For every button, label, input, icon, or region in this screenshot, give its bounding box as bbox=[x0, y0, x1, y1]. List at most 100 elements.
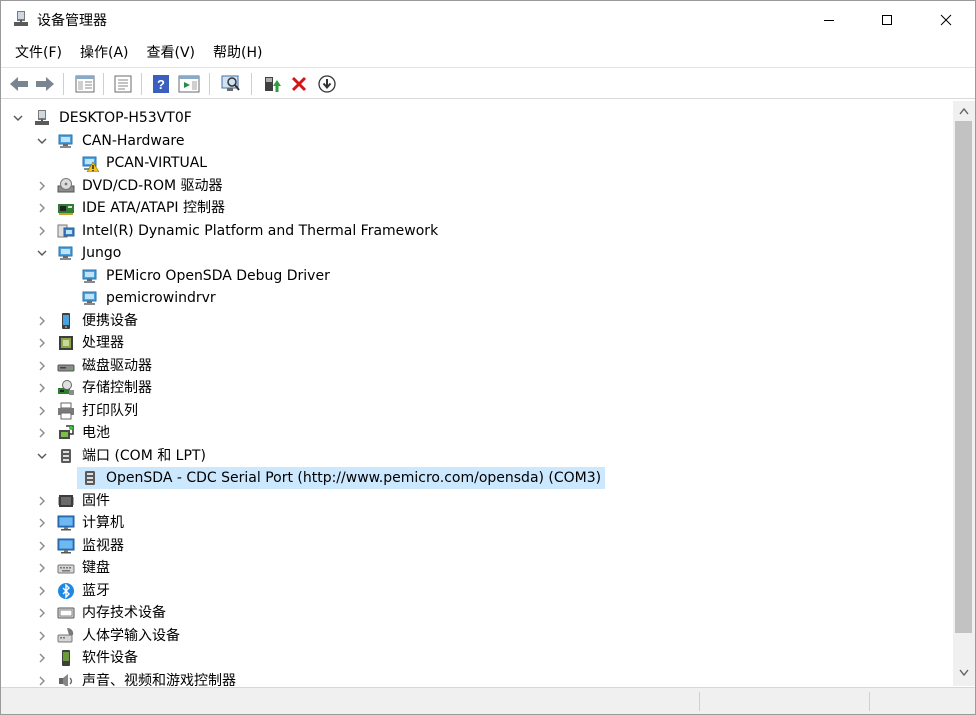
svg-text:?: ? bbox=[157, 77, 165, 92]
chevron-down-icon[interactable] bbox=[35, 449, 49, 463]
tree-category[interactable]: 端口 (COM 和 LPT) bbox=[3, 445, 953, 467]
chevron-right-icon[interactable] bbox=[35, 629, 49, 643]
status-divider bbox=[869, 692, 870, 711]
menu-view[interactable]: 查看(V) bbox=[139, 40, 204, 66]
tree-category[interactable]: 磁盘驱动器 bbox=[3, 355, 953, 377]
tree-category[interactable]: 打印队列 bbox=[3, 400, 953, 422]
scroll-down-icon[interactable] bbox=[959, 669, 969, 677]
tree-device[interactable]: pemicrowindrvr bbox=[3, 287, 953, 309]
device-tree: DESKTOP-H53VT0F CAN-Hardware PCAN-VIRTUAL… bbox=[3, 104, 953, 686]
tree-item-label: DVD/CD-ROM 驱动器 bbox=[82, 177, 223, 194]
chevron-right-icon[interactable] bbox=[35, 359, 49, 373]
tree-category[interactable]: CAN-Hardware bbox=[3, 130, 953, 152]
show-hide-tree-button[interactable] bbox=[73, 72, 97, 96]
software-device-icon bbox=[62, 650, 70, 666]
ide-controller-icon bbox=[58, 204, 74, 215]
tree-device[interactable]: PEMicro OpenSDA Debug Driver bbox=[3, 265, 953, 287]
chevron-down-icon[interactable] bbox=[35, 134, 49, 148]
printer-icon bbox=[58, 402, 74, 419]
tree-item-label: 固件 bbox=[82, 492, 110, 509]
chevron-right-icon[interactable] bbox=[35, 224, 49, 238]
chevron-right-icon[interactable] bbox=[35, 539, 49, 553]
network-device-icon bbox=[58, 246, 73, 260]
storage-controller-icon bbox=[58, 380, 74, 395]
tree-category[interactable]: 人体学输入设备 bbox=[3, 625, 953, 647]
back-button[interactable] bbox=[7, 72, 31, 96]
tree-category[interactable]: Intel(R) Dynamic Platform and Thermal Fr… bbox=[3, 220, 953, 242]
tree-category[interactable]: 固件 bbox=[3, 490, 953, 512]
tree-category[interactable]: 监视器 bbox=[3, 535, 953, 557]
tree-category[interactable]: 处理器 bbox=[3, 332, 953, 354]
help-icon: ? bbox=[153, 75, 169, 93]
tree-item-label: OpenSDA - CDC Serial Port (http://www.pe… bbox=[106, 470, 602, 486]
tree-device[interactable]: OpenSDA - CDC Serial Port (http://www.pe… bbox=[3, 467, 953, 489]
scroll-up-icon[interactable] bbox=[959, 107, 969, 115]
scan-hardware-button[interactable] bbox=[219, 72, 243, 96]
chevron-right-icon[interactable] bbox=[35, 606, 49, 620]
chevron-down-icon[interactable] bbox=[35, 246, 49, 260]
tree-category[interactable]: 内存技术设备 bbox=[3, 602, 953, 624]
tree-item-label: pemicrowindrvr bbox=[106, 290, 216, 306]
action-pane-button[interactable] bbox=[177, 72, 201, 96]
tree-category[interactable]: IDE ATA/ATAPI 控制器 bbox=[3, 197, 953, 219]
chevron-right-icon[interactable] bbox=[35, 651, 49, 665]
intel-framework-icon bbox=[57, 224, 75, 237]
port-icon bbox=[61, 448, 71, 463]
tree-item-label: 人体学输入设备 bbox=[82, 627, 180, 644]
tree-category[interactable]: 键盘 bbox=[3, 557, 953, 579]
tree-category[interactable]: Jungo bbox=[3, 242, 953, 264]
action-pane-icon bbox=[178, 75, 200, 93]
chevron-right-icon[interactable] bbox=[35, 201, 49, 215]
scroll-thumb[interactable] bbox=[955, 121, 972, 633]
menu-file[interactable]: 文件(F) bbox=[7, 40, 70, 66]
device-manager-app-icon bbox=[12, 10, 30, 28]
tree-category[interactable]: DVD/CD-ROM 驱动器 bbox=[3, 175, 953, 197]
chevron-right-icon[interactable] bbox=[35, 561, 49, 575]
uninstall-device-button[interactable] bbox=[287, 72, 311, 96]
forward-button[interactable] bbox=[33, 72, 57, 96]
title-bar: 设备管理器 bbox=[1, 1, 975, 39]
network-device-icon bbox=[82, 269, 97, 283]
close-button[interactable] bbox=[917, 1, 975, 39]
chevron-right-icon[interactable] bbox=[35, 674, 49, 687]
sound-icon bbox=[59, 673, 73, 686]
tree-item-label: 存储控制器 bbox=[82, 380, 152, 396]
maximize-button[interactable] bbox=[858, 1, 916, 39]
update-driver-button[interactable] bbox=[259, 72, 283, 96]
tree-device[interactable]: PCAN-VIRTUAL bbox=[3, 152, 953, 174]
tree-category[interactable]: 电池 bbox=[3, 422, 953, 444]
firmware-icon bbox=[58, 494, 74, 507]
chevron-right-icon[interactable] bbox=[35, 494, 49, 508]
chevron-right-icon[interactable] bbox=[35, 404, 49, 418]
menu-help[interactable]: 帮助(H) bbox=[205, 40, 270, 66]
chevron-right-icon[interactable] bbox=[35, 584, 49, 598]
chevron-right-icon[interactable] bbox=[35, 179, 49, 193]
tree-item-label: PCAN-VIRTUAL bbox=[106, 155, 208, 171]
properties-button[interactable] bbox=[111, 72, 135, 96]
chevron-right-icon[interactable] bbox=[35, 336, 49, 350]
tree-category[interactable]: 蓝牙 bbox=[3, 580, 953, 602]
chevron-right-icon[interactable] bbox=[35, 426, 49, 440]
tree-category[interactable]: 软件设备 bbox=[3, 647, 953, 669]
disable-device-button[interactable] bbox=[315, 72, 339, 96]
tree-item-label: 端口 (COM 和 LPT) bbox=[82, 447, 206, 464]
bluetooth-icon bbox=[58, 582, 74, 599]
dvd-drive-icon bbox=[57, 177, 75, 192]
tree-item-label: Intel(R) Dynamic Platform and Thermal Fr… bbox=[82, 222, 439, 239]
help-button[interactable]: ? bbox=[149, 72, 173, 96]
tree-category[interactable]: 声音、视频和游戏控制器 bbox=[3, 670, 953, 687]
chevron-down-icon[interactable] bbox=[11, 111, 25, 125]
tree-category[interactable]: 存储控制器 bbox=[3, 377, 953, 399]
warning-device-icon bbox=[82, 156, 99, 172]
tree-root[interactable]: DESKTOP-H53VT0F bbox=[3, 107, 953, 129]
vertical-scrollbar[interactable] bbox=[953, 101, 975, 686]
battery-icon bbox=[59, 425, 74, 439]
menu-action[interactable]: 操作(A) bbox=[72, 40, 137, 66]
chevron-right-icon[interactable] bbox=[35, 314, 49, 328]
minimize-button[interactable] bbox=[800, 1, 858, 39]
disk-drive-icon bbox=[57, 364, 75, 371]
chevron-right-icon[interactable] bbox=[35, 516, 49, 530]
tree-category[interactable]: 便携设备 bbox=[3, 310, 953, 332]
chevron-right-icon[interactable] bbox=[35, 381, 49, 395]
tree-category[interactable]: 计算机 bbox=[3, 512, 953, 534]
